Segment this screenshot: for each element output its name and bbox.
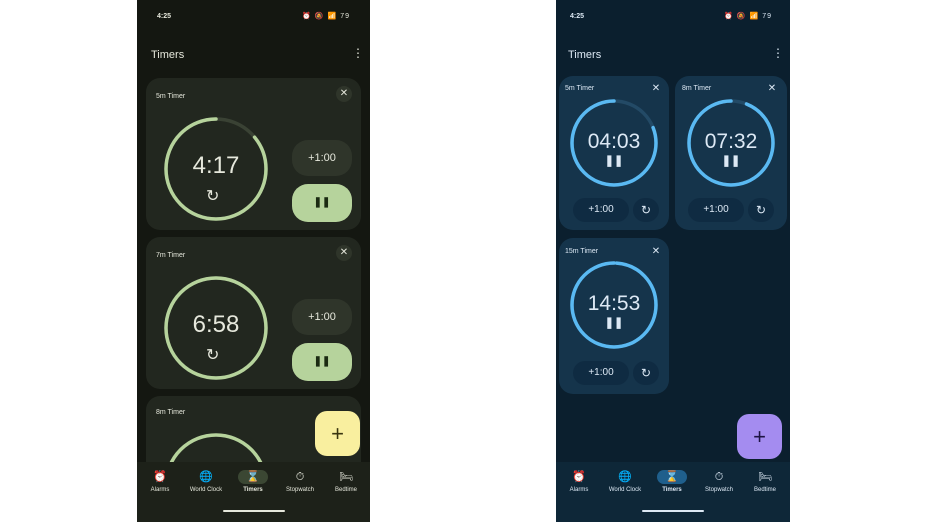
reset-icon[interactable]: ↻ <box>633 361 659 385</box>
nav-item-world-clock[interactable]: 🌐 World Clock <box>184 470 228 493</box>
hourglass-icon: ⌛ <box>238 470 268 484</box>
nav-label: Alarms <box>569 487 589 493</box>
status-icons: ⏰ 🔕 📶 79 <box>302 13 350 20</box>
nav-item-alarms[interactable]: ⏰ Alarms <box>138 470 182 493</box>
home-indicator <box>223 510 285 512</box>
pause-icon[interactable]: ❚❚ <box>686 154 776 167</box>
globe-icon: 🌐 <box>199 471 213 483</box>
add-timer-fab[interactable]: + <box>315 411 360 456</box>
phone-screen-blue: 4:25 ⏰ 🔕 📶 79 Timers ⋮ 5m Timer ✕ 04:03 … <box>556 0 790 522</box>
timer-label: 8m Timer <box>156 409 186 416</box>
hourglass-icon: ⌛ <box>657 470 687 484</box>
close-icon[interactable]: ✕ <box>336 86 352 102</box>
nav-label: World Clock <box>189 487 223 493</box>
timer-label: 7m Timer <box>156 252 186 259</box>
nav-item-alarms[interactable]: ⏰ Alarms <box>557 470 601 493</box>
status-time: 4:25 <box>157 13 172 20</box>
bed-icon: 🛏 <box>339 471 353 483</box>
nav-label: Bedtime <box>334 487 357 493</box>
close-icon[interactable]: ✕ <box>336 245 352 261</box>
nav-label: World Clock <box>608 487 642 493</box>
pause-icon[interactable]: ❚❚ <box>569 154 659 167</box>
nav-label: Bedtime <box>753 487 776 493</box>
nav-item-stopwatch[interactable]: ⏱ Stopwatch <box>697 470 741 493</box>
timer-display: 14:53 <box>587 292 641 315</box>
close-icon[interactable]: ✕ <box>648 244 664 260</box>
timer-label: 5m Timer <box>565 85 595 92</box>
timer-card[interactable]: 7m Timer ✕ 6:58 ↻ +1:00 ❚❚ <box>146 237 361 389</box>
stopwatch-icon: ⏱ <box>295 471 305 483</box>
timer-display: 6:58 <box>192 311 240 338</box>
close-icon[interactable]: ✕ <box>648 81 664 97</box>
nav-label: Timers <box>243 487 263 493</box>
pause-button[interactable]: ❚❚ <box>292 184 352 222</box>
nav-label: Alarms <box>150 487 170 493</box>
add-minute-button[interactable]: +1:00 <box>292 140 352 176</box>
phone-screen-green: 4:25 ⏰ 🔕 📶 79 Timers ⋮ 5m Timer ✕ 4:17 ↻… <box>137 0 370 522</box>
more-vert-icon[interactable]: ⋮ <box>772 47 784 59</box>
more-vert-icon[interactable]: ⋮ <box>352 47 364 59</box>
bed-icon: 🛏 <box>758 471 772 483</box>
pause-icon[interactable]: ❚❚ <box>569 316 659 329</box>
nav-label: Stopwatch <box>704 487 734 493</box>
add-minute-button[interactable]: +1:00 <box>688 198 744 222</box>
nav-label: Stopwatch <box>285 487 315 493</box>
nav-item-timers[interactable]: ⌛ Timers <box>650 470 694 493</box>
alarm-icon: ⏰ <box>153 471 167 483</box>
nav-item-timers[interactable]: ⌛ Timers <box>231 470 275 493</box>
close-icon[interactable]: ✕ <box>764 81 780 97</box>
nav-label: Timers <box>662 487 682 493</box>
nav-item-bedtime[interactable]: 🛏 Bedtime <box>743 470 787 493</box>
nav-item-stopwatch[interactable]: ⏱ Stopwatch <box>278 470 322 493</box>
timer-display: 07:32 <box>704 130 758 153</box>
page-title: Timers <box>151 49 185 61</box>
pause-button[interactable]: ❚❚ <box>292 343 352 381</box>
timer-card[interactable]: 5m Timer ✕ 4:17 ↻ +1:00 ❚❚ <box>146 78 361 230</box>
add-minute-button[interactable]: +1:00 <box>292 299 352 335</box>
timer-card[interactable]: 8m Timer ✕ 07:32 ❚❚ +1:00 ↻ <box>675 76 787 230</box>
add-minute-button[interactable]: +1:00 <box>573 361 629 385</box>
reset-icon[interactable]: ↻ <box>748 198 774 222</box>
timer-display: 4:17 <box>192 152 240 179</box>
add-minute-button[interactable]: +1:00 <box>573 198 629 222</box>
timer-label: 8m Timer <box>682 85 712 92</box>
timer-label: 15m Timer <box>565 248 599 255</box>
reset-icon[interactable]: ↻ <box>633 198 659 222</box>
timer-card[interactable]: 15m Timer ✕ 14:53 ❚❚ +1:00 ↻ <box>559 238 669 394</box>
globe-icon: 🌐 <box>618 471 632 483</box>
alarm-icon: ⏰ <box>572 471 586 483</box>
reset-icon[interactable]: ↻ <box>206 186 219 206</box>
timer-display: 04:03 <box>587 130 641 153</box>
timer-card[interactable]: 5m Timer ✕ 04:03 ❚❚ +1:00 ↻ <box>559 76 669 230</box>
add-timer-fab[interactable]: + <box>737 414 782 459</box>
timer-label: 5m Timer <box>156 93 186 100</box>
nav-item-world-clock[interactable]: 🌐 World Clock <box>603 470 647 493</box>
reset-icon[interactable]: ↻ <box>206 345 219 365</box>
page-title: Timers <box>568 49 602 61</box>
status-icons: ⏰ 🔕 📶 79 <box>724 13 772 20</box>
home-indicator <box>642 510 704 512</box>
status-time: 4:25 <box>570 13 585 20</box>
nav-item-bedtime[interactable]: 🛏 Bedtime <box>324 470 368 493</box>
stopwatch-icon: ⏱ <box>714 471 724 483</box>
